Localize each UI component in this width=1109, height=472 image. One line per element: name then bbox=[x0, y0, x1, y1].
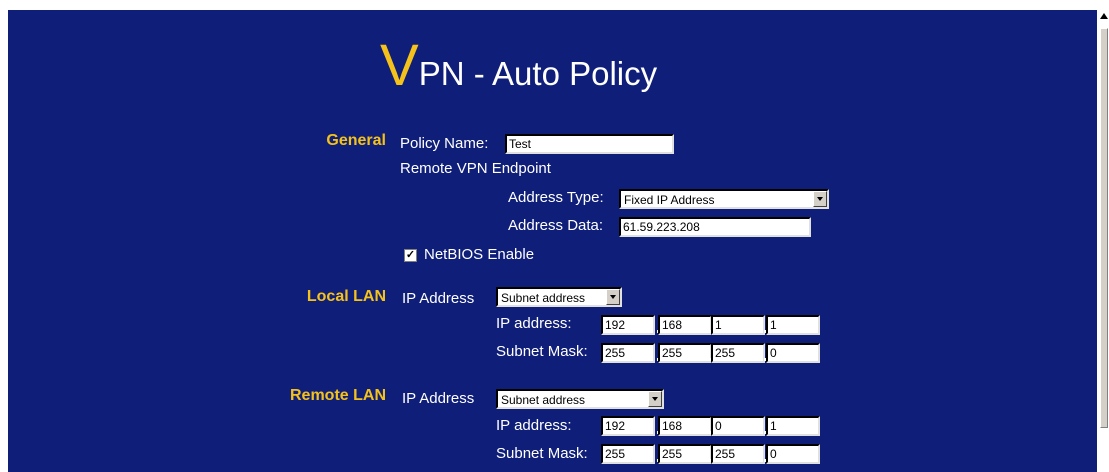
address-type-label: Address Type: bbox=[508, 189, 604, 206]
local-mask-octet-2[interactable] bbox=[658, 343, 712, 363]
scrollbar-thumb[interactable] bbox=[1100, 28, 1108, 428]
page-title: VPN - Auto Policy bbox=[380, 36, 657, 96]
address-data-label: Address Data: bbox=[508, 217, 604, 234]
section-remote-lan: Remote LAN bbox=[289, 387, 386, 404]
local-mask-label: Subnet Mask: bbox=[496, 343, 588, 360]
remote-ip-mode-select[interactable]: Subnet address bbox=[496, 389, 664, 409]
netbios-checkbox[interactable]: ✓ bbox=[404, 249, 417, 262]
remote-mask-octet-4[interactable] bbox=[766, 444, 820, 464]
chevron-down-icon[interactable] bbox=[648, 391, 662, 407]
remote-mask-octet-2[interactable] bbox=[658, 444, 712, 464]
title-rest: PN - Auto Policy bbox=[418, 55, 658, 92]
netbios-enable-label: NetBIOS Enable bbox=[424, 246, 535, 263]
remote-vpn-endpoint-label: Remote VPN Endpoint bbox=[400, 160, 551, 177]
title-first-letter: V bbox=[380, 33, 419, 98]
local-ip-octet-4[interactable] bbox=[766, 315, 820, 335]
address-type-select[interactable]: Fixed IP Address bbox=[619, 189, 829, 209]
local-ip-octet-3[interactable] bbox=[711, 315, 765, 335]
section-general: General bbox=[326, 132, 386, 149]
address-type-value: Fixed IP Address bbox=[624, 193, 715, 207]
local-ip-label: IP address: bbox=[496, 315, 572, 332]
policy-name-label: Policy Name: bbox=[400, 135, 489, 152]
chevron-down-icon[interactable] bbox=[606, 289, 620, 305]
section-local-lan: Local LAN bbox=[306, 288, 386, 305]
remote-ip-address-label: IP Address bbox=[402, 390, 475, 407]
remote-ip-octet-2[interactable] bbox=[658, 416, 712, 436]
remote-mask-octet-3[interactable] bbox=[711, 444, 765, 464]
remote-ip-mode-value: Subnet address bbox=[501, 393, 586, 407]
policy-name-input[interactable] bbox=[505, 134, 674, 154]
remote-ip-octet-3[interactable] bbox=[711, 416, 765, 436]
remote-ip-octet-1[interactable] bbox=[601, 416, 655, 436]
scroll-up-arrow-icon[interactable] bbox=[1100, 13, 1108, 19]
vertical-scrollbar[interactable] bbox=[1099, 0, 1109, 472]
local-ip-octet-2[interactable] bbox=[658, 315, 712, 335]
remote-ip-octet-4[interactable] bbox=[766, 416, 820, 436]
local-mask-octet-1[interactable] bbox=[601, 343, 655, 363]
local-ip-address-label: IP Address bbox=[402, 290, 475, 307]
local-ip-octet-1[interactable] bbox=[601, 315, 655, 335]
remote-ip-label: IP address: bbox=[496, 417, 572, 434]
local-ip-mode-select[interactable]: Subnet address bbox=[496, 287, 622, 307]
chevron-down-icon[interactable] bbox=[813, 191, 827, 207]
address-data-input[interactable] bbox=[619, 217, 811, 237]
remote-mask-label: Subnet Mask: bbox=[496, 445, 588, 462]
local-ip-mode-value: Subnet address bbox=[501, 291, 586, 305]
local-mask-octet-4[interactable] bbox=[766, 343, 820, 363]
local-mask-octet-3[interactable] bbox=[711, 343, 765, 363]
remote-mask-octet-1[interactable] bbox=[601, 444, 655, 464]
